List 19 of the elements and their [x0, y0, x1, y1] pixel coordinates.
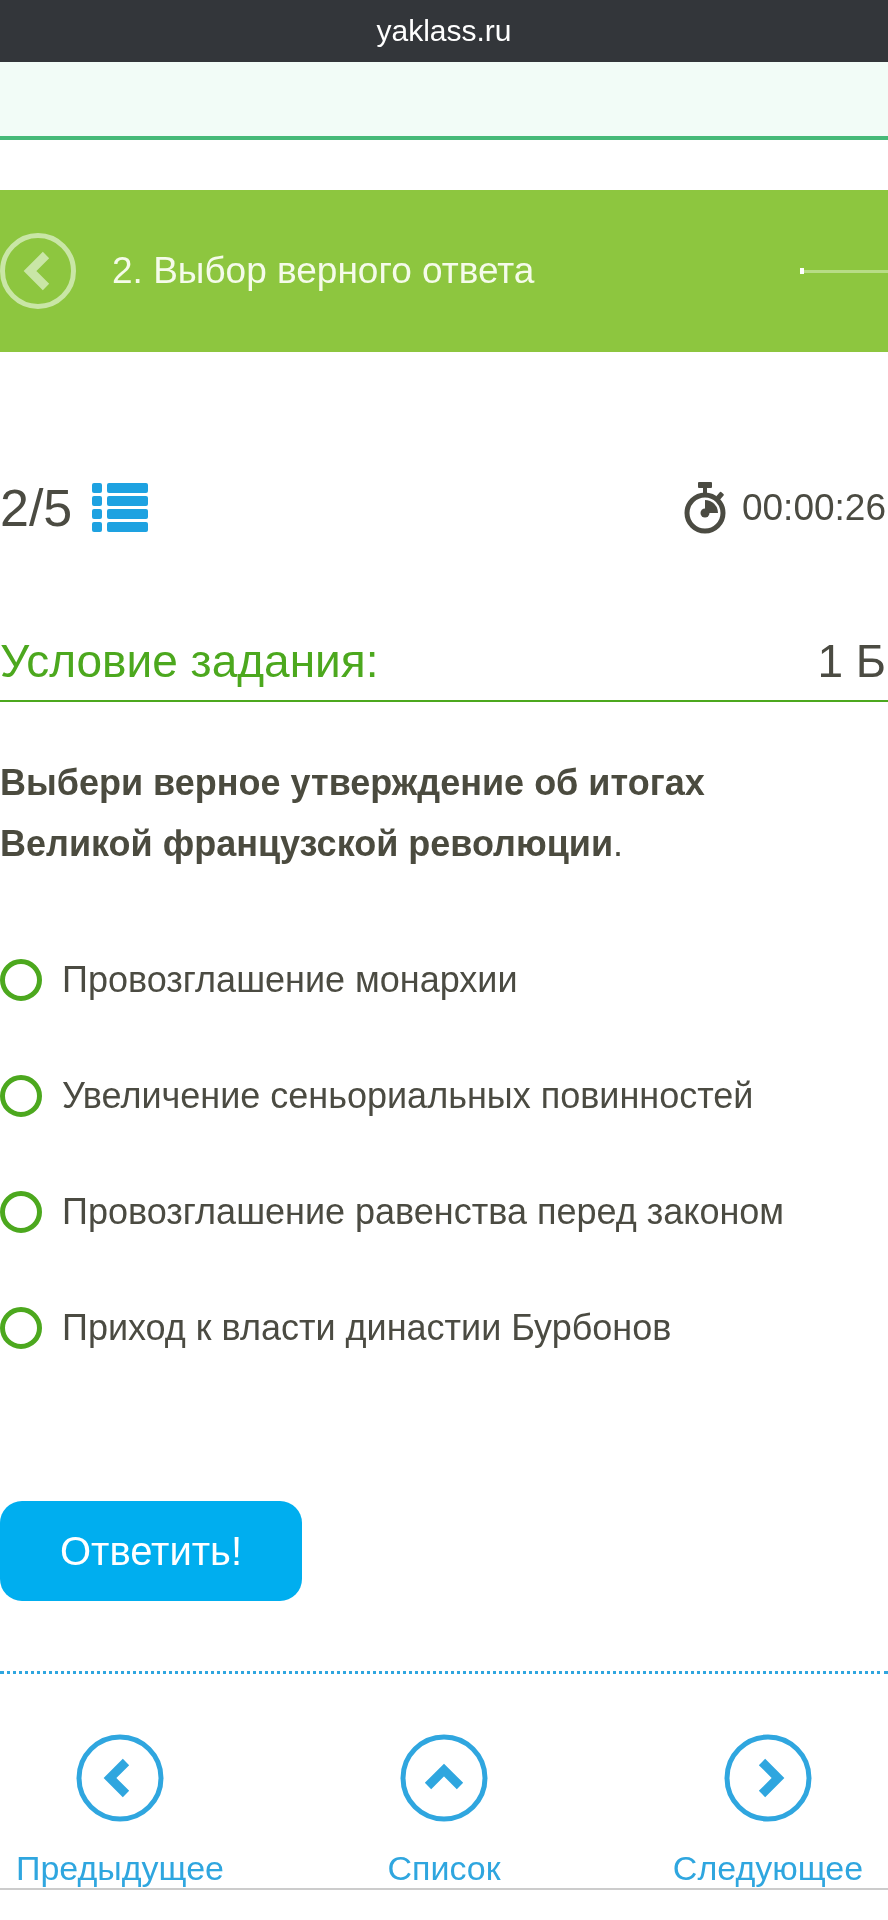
radio-button[interactable]	[0, 1075, 42, 1117]
answer-option-label[interactable]: Провозглашение равенства перед законом	[62, 1190, 785, 1234]
answer-option-label[interactable]: Увеличение сеньориальных повинностей	[62, 1074, 754, 1118]
chevron-left-circle-icon	[76, 1734, 164, 1822]
radio-button[interactable]	[0, 959, 42, 1001]
question-text: Выбери верное утверждение об итогах Великой французской революции.	[0, 761, 706, 866]
site-address: yaklass.ru	[376, 13, 512, 49]
task-points: 1 Б	[817, 634, 886, 688]
question-counter: 2/5	[0, 478, 73, 538]
radio-button[interactable]	[0, 1191, 42, 1233]
chevron-up-circle-icon	[400, 1734, 488, 1822]
section-title: 2. Выбор верного ответа	[112, 249, 535, 293]
task-heading: Условие задания:	[0, 634, 379, 688]
list-icon[interactable]	[92, 483, 149, 533]
radio-button[interactable]	[0, 1307, 42, 1349]
elapsed-timer: 00:00:26	[741, 486, 886, 530]
answer-option-label[interactable]: Приход к власти династии Бурбонов	[62, 1306, 672, 1350]
answer-option-label[interactable]: Провозглашение монархии	[62, 958, 518, 1002]
chevron-right-circle-icon	[724, 1734, 812, 1822]
